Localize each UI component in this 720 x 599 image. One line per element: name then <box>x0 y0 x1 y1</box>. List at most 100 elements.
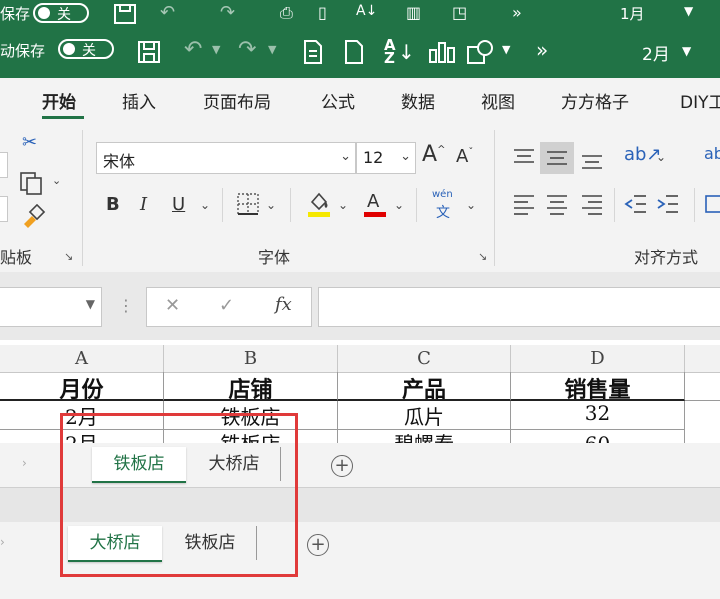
middle-align-icon[interactable] <box>545 146 569 170</box>
empty-cell[interactable] <box>685 372 720 401</box>
top-align-icon[interactable] <box>512 146 536 170</box>
font-size-select[interactable]: 12 ⌄ <box>356 142 416 174</box>
name-box[interactable]: ▼ <box>0 287 102 327</box>
separator <box>416 188 417 222</box>
font-color-icon[interactable]: A <box>362 188 388 218</box>
print-preview-icon[interactable] <box>302 39 324 65</box>
copy-icon[interactable] <box>18 170 44 196</box>
title-bar-back: 保存 关 ↶ ↷ ⎙ ▯ A↓ ▥ ◳ » 1月 ▼ <box>0 0 720 28</box>
group-separator <box>82 130 83 266</box>
chevron-down-icon: ⌄ <box>340 149 351 164</box>
enter-icon[interactable]: ✓ <box>219 295 234 316</box>
chart-icon[interactable]: ▥ <box>406 3 421 22</box>
tab-data[interactable]: 数据 <box>401 88 435 113</box>
sort-icon[interactable]: AZ <box>384 38 396 66</box>
ribbon-tab-row: 开始 插入 页面布局 公式 数据 视图 方方格子 DIY工 <box>0 78 720 122</box>
bottom-align-icon[interactable] <box>580 146 604 170</box>
scroll-tabs-icon[interactable]: › <box>22 456 27 470</box>
header-cell-month[interactable]: 月份 <box>0 372 164 401</box>
autosave-label: 动保存 <box>0 42 46 60</box>
tab-fangfang[interactable]: 方方格子 <box>561 88 629 113</box>
chevron-down-icon[interactable]: ⌄ <box>266 198 276 212</box>
tab-diy[interactable]: DIY工 <box>680 88 720 113</box>
font-name-select[interactable]: 宋体 ⌄ <box>96 142 356 174</box>
chevron-down-icon[interactable]: ▼ <box>682 44 691 58</box>
toggle-knob <box>63 43 75 55</box>
wrap-text-icon[interactable]: ab <box>704 144 720 163</box>
tab-home[interactable]: 开始 <box>42 88 76 113</box>
undo-icon[interactable]: ↶ <box>160 2 175 23</box>
add-sheet-icon[interactable]: + <box>331 455 353 477</box>
print-preview-icon[interactable]: ⎙ <box>280 3 293 23</box>
chevron-down-icon[interactable]: ⌄ <box>466 198 476 212</box>
align-left-icon[interactable] <box>512 192 536 216</box>
dialog-launcher-icon[interactable]: ↘ <box>478 250 487 263</box>
redo-icon[interactable]: ↷ <box>220 2 235 23</box>
column-header-a[interactable]: A <box>0 345 164 372</box>
shapes-icon[interactable] <box>466 39 496 65</box>
chart-icon[interactable] <box>428 40 456 64</box>
chevron-down-icon[interactable]: ▼ <box>268 43 276 56</box>
group-separator <box>494 130 495 266</box>
fill-color-icon[interactable] <box>306 188 332 218</box>
new-file-icon[interactable] <box>343 39 365 65</box>
merge-center-icon[interactable] <box>704 192 720 216</box>
more-icon[interactable]: » <box>536 38 548 62</box>
increase-font-icon[interactable]: A^ <box>422 142 445 167</box>
decrease-font-icon[interactable]: Aˇ <box>456 146 473 167</box>
toggle-label: 关 <box>82 43 96 59</box>
header-cell-product[interactable]: 产品 <box>338 372 511 401</box>
paste-button[interactable] <box>0 152 8 178</box>
header-cell-sales[interactable]: 销售量 <box>511 372 685 401</box>
save-icon[interactable] <box>136 40 162 64</box>
chevron-down-icon[interactable]: ▼ <box>502 43 510 56</box>
header-cell-store[interactable]: 店铺 <box>164 372 338 401</box>
column-header-b[interactable]: B <box>164 345 338 372</box>
scroll-tabs-icon[interactable]: › <box>0 535 5 549</box>
table-cell[interactable]: 32 <box>511 401 685 430</box>
toggle-label: 关 <box>57 7 71 23</box>
undo-icon[interactable]: ↶ <box>184 37 202 62</box>
insert-function-icon[interactable]: fx <box>275 294 292 315</box>
italic-button[interactable]: I <box>140 194 147 215</box>
border-icon[interactable] <box>236 192 260 216</box>
chevron-down-icon[interactable]: ⌄ <box>656 150 666 164</box>
drag-handle-icon[interactable]: ⋮ <box>118 296 134 315</box>
save-icon[interactable] <box>112 3 138 25</box>
chevron-down-icon[interactable]: ⌄ <box>338 198 348 212</box>
format-painter-icon[interactable] <box>20 204 46 228</box>
bold-button[interactable]: B <box>106 194 120 215</box>
increase-indent-icon[interactable] <box>656 192 680 216</box>
formula-input[interactable] <box>318 287 720 327</box>
paste-button-lower[interactable] <box>0 196 8 222</box>
add-sheet-icon[interactable]: + <box>307 534 329 556</box>
dialog-launcher-icon[interactable]: ↘ <box>64 250 73 263</box>
tab-insert[interactable]: 插入 <box>122 88 156 113</box>
tab-view[interactable]: 视图 <box>481 88 515 113</box>
tab-formulas[interactable]: 公式 <box>321 88 355 113</box>
align-center-icon[interactable] <box>545 192 569 216</box>
column-header-c[interactable]: C <box>338 345 511 372</box>
column-header-d[interactable]: D <box>511 345 685 372</box>
chevron-down-icon[interactable]: ⌄ <box>52 174 61 187</box>
align-right-icon[interactable] <box>580 192 604 216</box>
cancel-icon[interactable]: ✕ <box>165 295 180 316</box>
chevron-down-icon[interactable]: ▼ <box>212 43 220 56</box>
sort-icon[interactable]: A↓ <box>356 3 377 19</box>
redo-icon[interactable]: ↷ <box>238 37 256 62</box>
table-cell[interactable]: 瓜片 <box>338 401 511 430</box>
new-file-icon[interactable]: ▯ <box>318 3 327 22</box>
ribbon-home: ✂ ⌄ 贴板 ↘ 宋体 ⌄ 12 ⌄ A^ Aˇ B I U ⌄ ⌄ ⌄ A ⌄… <box>0 122 720 273</box>
shapes-icon[interactable]: ◳ <box>452 3 467 22</box>
chevron-down-icon[interactable]: ⌄ <box>200 198 210 212</box>
chevron-down-icon[interactable]: ▼ <box>684 4 693 18</box>
cut-icon[interactable]: ✂ <box>22 132 37 153</box>
tab-page-layout[interactable]: 页面布局 <box>203 88 271 113</box>
more-icon-back[interactable]: » <box>512 3 522 22</box>
underline-button[interactable]: U <box>172 194 185 215</box>
chevron-down-icon[interactable]: ⌄ <box>394 198 404 212</box>
phonetic-guide-icon[interactable]: 文 <box>436 202 450 222</box>
autosave-toggle[interactable]: 关 <box>58 39 114 59</box>
autosave-toggle-back[interactable]: 关 <box>33 3 89 23</box>
decrease-indent-icon[interactable] <box>624 192 648 216</box>
